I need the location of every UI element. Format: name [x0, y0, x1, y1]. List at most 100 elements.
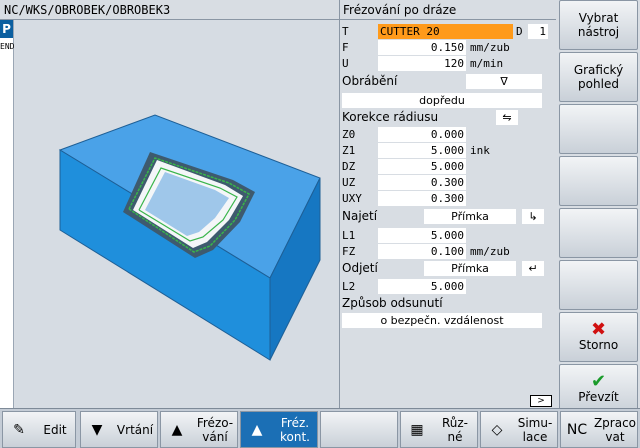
l1-label: L1 — [342, 229, 356, 242]
edit-button[interactable]: ✎ Edit — [2, 411, 76, 448]
contour-mill-icon: ▲ — [251, 421, 263, 438]
row-korekce: Korekce rádiusu ⇋ — [340, 110, 557, 125]
edit-icon: ✎ — [13, 421, 25, 438]
z1-field[interactable]: 5.000 — [378, 143, 466, 158]
row-l1: L1 5.000 — [340, 228, 557, 243]
zpusob-label: Způsob odsunutí — [342, 296, 443, 310]
nc-icon: NC — [566, 421, 588, 438]
contour-milling-button[interactable]: ▲ Fréz. kont. — [240, 411, 318, 448]
fz-unit: mm/zub — [470, 245, 510, 258]
program-end-label: END — [0, 42, 15, 51]
z0-label: Z0 — [342, 128, 356, 141]
direction-select[interactable]: dopředu — [342, 93, 542, 108]
simulation-icon: ◇ — [491, 421, 503, 438]
uxy-field[interactable]: 0.300 — [378, 191, 466, 206]
row-z0: Z0 0.000 — [340, 127, 557, 142]
retract-mode-select[interactable]: o bezpečn. vzdálenost — [342, 313, 542, 328]
row-l2: L2 5.000 — [340, 279, 557, 294]
obrabeni-select[interactable]: ∇ — [466, 74, 542, 89]
tool-field[interactable]: CUTTER 20 — [378, 24, 513, 39]
uz-label: UZ — [342, 176, 356, 189]
approach-icon[interactable]: ↳ — [522, 209, 544, 224]
row-z1: Z1 5.000 ink — [340, 143, 557, 158]
graphic-view — [15, 20, 339, 418]
z1-label: Z1 — [342, 144, 356, 157]
row-odjeti: Odjetí Přímka ↵ — [340, 261, 557, 276]
uz-field[interactable]: 0.300 — [378, 175, 466, 190]
panel-title: Frézování po dráze — [340, 0, 556, 20]
misc-button[interactable]: ▦ Růz- né — [400, 411, 478, 448]
row-dz: DZ 5.000 — [340, 159, 557, 174]
accept-button[interactable]: ✔ Převzít — [559, 364, 638, 414]
row-fz: FZ 0.100 mm/zub — [340, 244, 557, 259]
najeti-select[interactable]: Přímka — [424, 209, 516, 224]
row-uz: UZ 0.300 — [340, 175, 557, 190]
f-label: F — [342, 41, 349, 54]
check-icon: ✔ — [590, 371, 607, 392]
row-obrabeni: Obrábění ∇ — [340, 74, 557, 89]
korekce-label: Korekce rádiusu — [342, 110, 439, 124]
select-tool-button[interactable]: Vybrat nástroj — [559, 0, 638, 50]
window-title: NC/WKS/OBROBEK/OBROBEK3 — [0, 0, 339, 20]
drilling-button[interactable]: ▼ Vrtání — [80, 411, 158, 448]
horizontal-softkeys: ✎ Edit ▼ Vrtání ▲ Frézo- vání ▲ Fréz. ko… — [0, 408, 640, 448]
fz-field[interactable]: 0.100 — [378, 244, 466, 259]
scroll-right-button[interactable]: > — [530, 395, 552, 407]
d-label: D — [516, 25, 523, 38]
u-label: U — [342, 57, 349, 70]
f-unit: mm/zub — [470, 41, 510, 54]
softkey-empty-bottom[interactable] — [320, 411, 398, 448]
dz-field[interactable]: 5.000 — [378, 159, 466, 174]
dz-label: DZ — [342, 160, 356, 173]
row-u: U 120 m/min — [340, 56, 557, 71]
simulation-label: Simu- lace — [517, 415, 553, 444]
retract-icon[interactable]: ↵ — [522, 261, 544, 276]
contour-milling-label: Fréz. kont. — [280, 415, 310, 444]
cancel-icon: ✖ — [590, 319, 607, 340]
z1-unit: ink — [470, 144, 490, 157]
row-najeti: Najetí Přímka ↳ — [340, 209, 557, 224]
cancel-label: Storno — [578, 338, 619, 352]
odjeti-label: Odjetí — [342, 261, 378, 275]
row-zpusob-value: o bezpečn. vzdálenost — [340, 313, 557, 328]
l1-field[interactable]: 5.000 — [378, 228, 466, 243]
misc-label: Růz- né — [441, 415, 469, 444]
uxy-label: UXY — [342, 192, 362, 205]
softkey-empty-5[interactable] — [559, 208, 638, 258]
mill-icon: ▲ — [171, 421, 183, 438]
drill-icon: ▼ — [91, 421, 103, 438]
softkey-empty-4[interactable] — [559, 156, 638, 206]
row-direction: dopředu — [340, 93, 557, 108]
milling-button[interactable]: ▲ Frézo- vání — [160, 411, 238, 448]
simulation-button[interactable]: ◇ Simu- lace — [480, 411, 558, 448]
row-uxy: UXY 0.300 — [340, 191, 557, 206]
program-strip: P END — [0, 20, 14, 418]
f-field[interactable]: 0.150 — [378, 40, 466, 55]
u-field[interactable]: 120 — [378, 56, 466, 71]
milling-label: Frézo- vání — [196, 415, 234, 444]
l2-field[interactable]: 5.000 — [378, 279, 466, 294]
grid-icon: ▦ — [410, 421, 424, 438]
d-field[interactable]: 1 — [528, 24, 548, 39]
vertical-softkeys: Vybrat nástroj Grafický pohled ✖ Storno … — [557, 0, 640, 418]
u-unit: m/min — [470, 57, 504, 70]
accept-label: Převzít — [578, 390, 619, 404]
l2-label: L2 — [342, 280, 356, 293]
drilling-label: Vrtání — [116, 422, 154, 437]
program-step-p[interactable]: P — [0, 20, 13, 38]
t-label: T — [342, 25, 349, 38]
process-button[interactable]: NC Zpraco vat — [560, 411, 638, 448]
obrabeni-label: Obrábění — [342, 74, 398, 88]
najeti-label: Najetí — [342, 209, 378, 223]
odjeti-select[interactable]: Přímka — [424, 261, 516, 276]
radius-compensation-icon[interactable]: ⇋ — [496, 110, 518, 125]
softkey-empty-6[interactable] — [559, 260, 638, 310]
softkey-empty-3[interactable] — [559, 104, 638, 154]
cancel-button[interactable]: ✖ Storno — [559, 312, 638, 362]
row-f: F 0.150 mm/zub — [340, 40, 557, 55]
fz-label: FZ — [342, 245, 356, 258]
row-zpusob: Způsob odsunutí — [340, 296, 557, 311]
process-label: Zpraco vat — [593, 415, 637, 444]
graphic-view-button[interactable]: Grafický pohled — [559, 52, 638, 102]
z0-field[interactable]: 0.000 — [378, 127, 466, 142]
